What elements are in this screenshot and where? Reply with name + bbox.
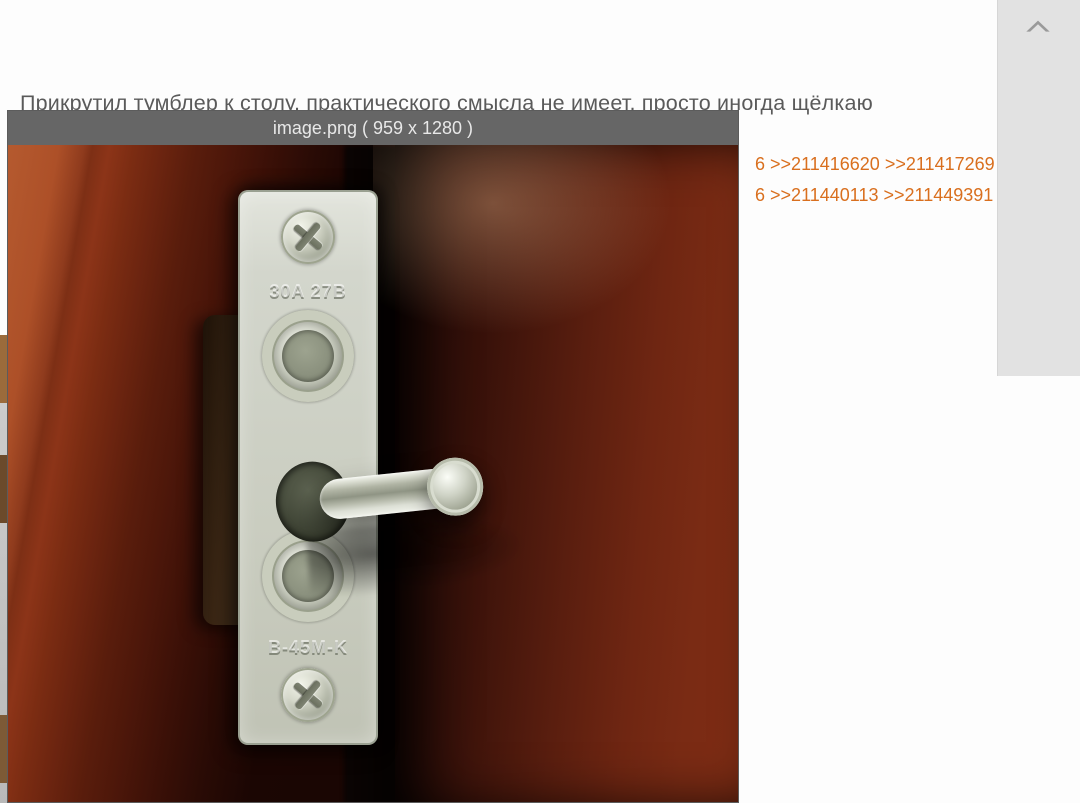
scroll-to-top-button[interactable] xyxy=(1008,2,1068,52)
photo-contact-ring-top xyxy=(262,310,354,402)
photo-plate-label-bottom: B-45М-K xyxy=(238,638,378,659)
photo-plate-label-top: 30A 27B xyxy=(238,282,378,303)
right-sidebar-bg xyxy=(997,0,1080,376)
reply-link-211449391[interactable]: >>211449391 xyxy=(884,185,994,205)
image-preview-popup[interactable]: image.png ( 959 x 1280 ) 30A 27B B-45М-K xyxy=(7,110,739,803)
chevron-up-icon xyxy=(1024,13,1052,41)
photo-screw-bottom xyxy=(281,668,335,722)
image-preview-header[interactable]: image.png ( 959 x 1280 ) xyxy=(8,111,738,145)
reply-links-block: 6 >>211416620 >>211417269 6 >>211440113 … xyxy=(755,149,995,211)
reply-link-211416620[interactable]: >>211416620 xyxy=(770,154,880,174)
reply-link-211417269[interactable]: >>211417269 xyxy=(885,154,995,174)
photo-screw-top xyxy=(281,210,335,264)
reply-partial-2: 6 xyxy=(755,185,765,205)
photo-ring-center xyxy=(282,330,334,382)
image-preview-content[interactable]: 30A 27B B-45М-K xyxy=(8,145,738,803)
reply-link-211440113[interactable]: >>211440113 xyxy=(770,185,878,205)
reply-partial-1: 6 xyxy=(755,154,765,174)
